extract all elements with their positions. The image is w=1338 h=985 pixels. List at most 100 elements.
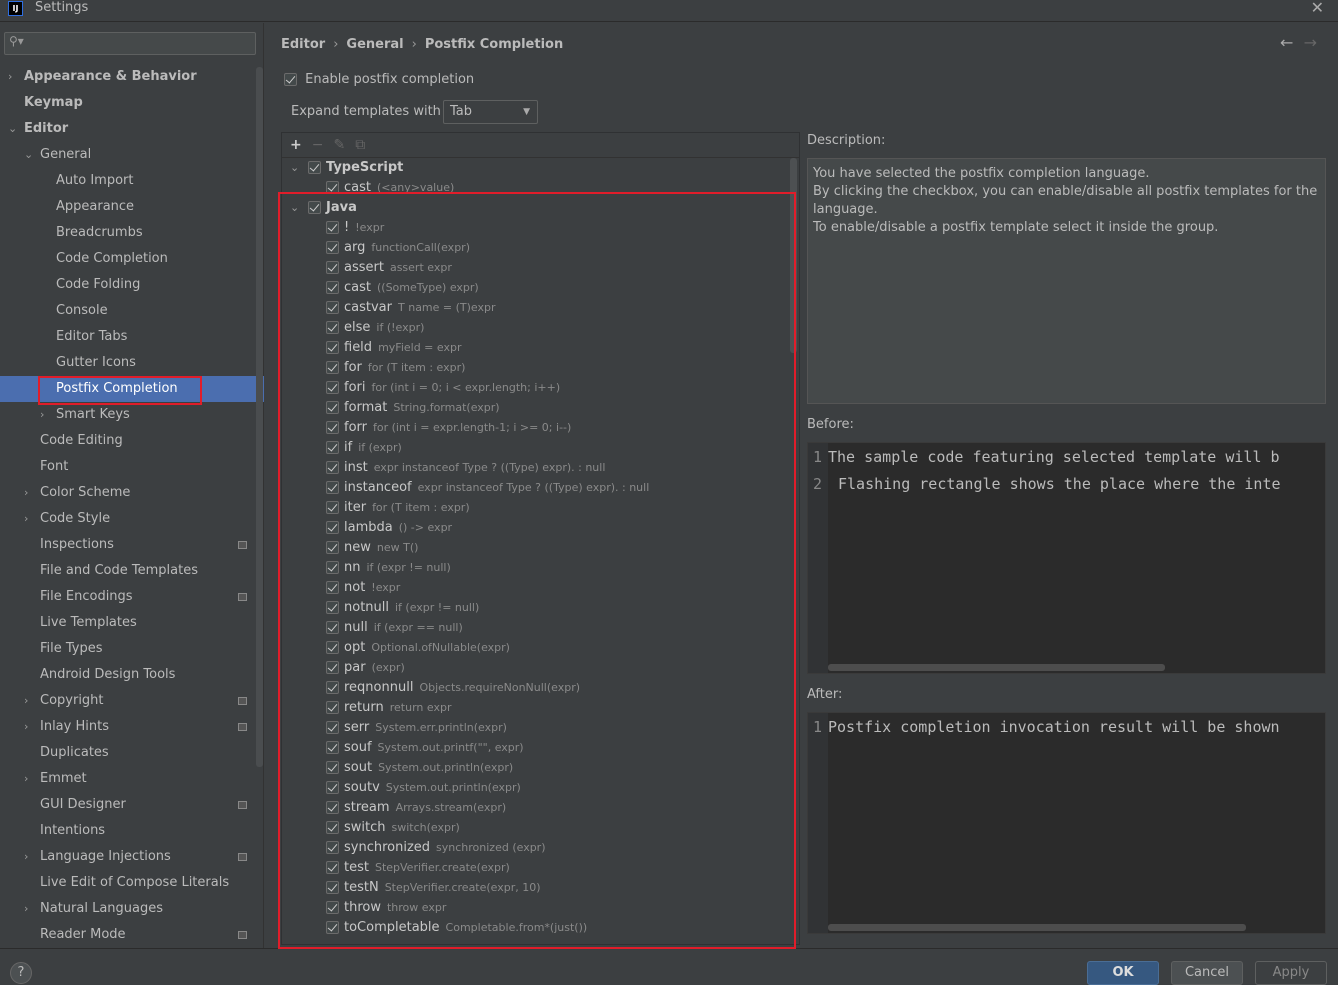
sidebar-item[interactable]: Gutter Icons [0, 350, 264, 376]
sidebar-item[interactable]: › Smart Keys [0, 402, 264, 428]
forward-arrow-icon[interactable]: → [1304, 33, 1317, 52]
sidebar-item-label: Breadcrumbs [56, 225, 143, 240]
sidebar-item[interactable]: Keymap [0, 90, 264, 116]
back-arrow-icon[interactable]: ← [1280, 33, 1293, 52]
sidebar-item[interactable]: File Encodings [0, 584, 264, 610]
description-line: By clicking the checkbox, you can enable… [813, 184, 1318, 217]
sidebar-item[interactable]: › Emmet [0, 766, 264, 792]
sidebar-item[interactable]: Live Edit of Compose Literals [0, 870, 264, 896]
chevron-right-icon[interactable]: › [24, 480, 28, 506]
sidebar-item-label: Editor Tabs [56, 329, 128, 344]
before-editor[interactable]: 1 The sample code featuring selected temp… [807, 442, 1326, 674]
sidebar-item-label: Appearance [56, 199, 135, 214]
chevron-down-icon[interactable]: ⌄ [290, 158, 308, 178]
sidebar-item[interactable]: Code Folding [0, 272, 264, 298]
after-scrollbar[interactable] [828, 924, 1246, 931]
sidebar-item[interactable]: ⌄ General [0, 142, 264, 168]
sidebar-item-label: File and Code Templates [40, 563, 198, 578]
sidebar-item-label: Duplicates [40, 745, 109, 760]
cancel-button[interactable]: Cancel [1171, 961, 1243, 985]
edit-icon[interactable]: ✎ [333, 137, 345, 153]
ok-button[interactable]: OK [1087, 961, 1159, 985]
sidebar-item-label: Console [56, 303, 108, 318]
remove-icon[interactable]: − [312, 137, 324, 153]
title-bar: IJ Settings ✕ [0, 0, 1338, 22]
sidebar-item[interactable]: › Natural Languages [0, 896, 264, 922]
breadcrumb-item[interactable]: Editor [281, 37, 325, 52]
breadcrumb: Editor › General › Postfix Completion [281, 37, 564, 52]
chevron-right-icon[interactable]: › [24, 844, 28, 870]
sidebar-item-label: Color Scheme [40, 485, 131, 500]
sidebar-item-label: File Encodings [40, 589, 133, 604]
checkbox[interactable] [308, 161, 321, 174]
sidebar-item[interactable]: Appearance [0, 194, 264, 220]
sidebar-item-label: Auto Import [56, 173, 134, 188]
template-group[interactable]: ⌄ TypeScript [290, 158, 403, 178]
sidebar-item[interactable]: Intentions [0, 818, 264, 844]
close-icon[interactable]: ✕ [1311, 0, 1324, 17]
sidebar-item-label: Code Editing [40, 433, 123, 448]
sidebar-item[interactable]: › Inlay Hints [0, 714, 264, 740]
copy-icon[interactable]: ⧉ [355, 137, 365, 153]
sidebar-item-label: Reader Mode [40, 927, 126, 942]
chevron-right-icon[interactable]: › [40, 402, 44, 428]
enable-postfix-checkbox[interactable]: Enable postfix completion [284, 72, 474, 87]
chevron-down-icon[interactable]: ⌄ [24, 142, 33, 168]
sidebar-item[interactable]: Editor Tabs [0, 324, 264, 350]
chevron-down-icon[interactable]: ⌄ [8, 116, 17, 142]
sidebar-item-label: File Types [40, 641, 103, 656]
dropdown-value: Tab [450, 104, 473, 119]
chevron-right-icon[interactable]: › [8, 64, 12, 90]
sidebar-item[interactable]: GUI Designer [0, 792, 264, 818]
sidebar-item[interactable]: Duplicates [0, 740, 264, 766]
search-input[interactable]: ⚲▾ [4, 32, 256, 55]
line-number: 1 [813, 448, 823, 466]
project-settings-icon [238, 723, 247, 731]
expand-key-dropdown[interactable]: Tab ▼ [443, 100, 538, 124]
sidebar-item-label: Inlay Hints [40, 719, 109, 734]
chevron-right-icon[interactable]: › [24, 896, 28, 922]
sidebar-item[interactable]: File Types [0, 636, 264, 662]
annotation-highlight [38, 376, 202, 405]
sidebar-item[interactable]: Reader Mode [0, 922, 264, 948]
sidebar-item[interactable]: Breadcrumbs [0, 220, 264, 246]
sidebar-item[interactable]: › Appearance & Behavior [0, 64, 264, 90]
line-number: 1 [813, 718, 823, 736]
help-button[interactable]: ? [10, 962, 32, 984]
checkbox[interactable] [284, 73, 297, 86]
add-icon[interactable]: + [290, 137, 302, 153]
chevron-right-icon[interactable]: › [24, 506, 28, 532]
sidebar-item[interactable]: › Color Scheme [0, 480, 264, 506]
description-box: You have selected the postfix completion… [807, 158, 1326, 404]
sidebar-item[interactable]: Font [0, 454, 264, 480]
group-name: TypeScript [326, 160, 404, 175]
sidebar-item[interactable]: Code Completion [0, 246, 264, 272]
expand-templates-label: Expand templates with [291, 104, 441, 119]
tree-toolbar: + − ✎ ⧉ [282, 133, 799, 158]
sidebar-item-label: Android Design Tools [40, 667, 176, 682]
after-editor[interactable]: 1 Postfix completion invocation result wi… [807, 712, 1326, 934]
code-line: Postfix completion invocation result wil… [828, 718, 1280, 736]
sidebar-item[interactable]: › Language Injections [0, 844, 264, 870]
chevron-right-icon[interactable]: › [24, 688, 28, 714]
sidebar-item-label: General [40, 147, 92, 162]
sidebar-item[interactable]: Code Editing [0, 428, 264, 454]
breadcrumb-item[interactable]: General [346, 37, 403, 52]
sidebar-item[interactable]: › Copyright [0, 688, 264, 714]
chevron-right-icon[interactable]: › [24, 766, 28, 792]
sidebar-item[interactable]: Inspections [0, 532, 264, 558]
project-settings-icon [238, 697, 247, 705]
sidebar-item-label: Smart Keys [56, 407, 130, 422]
apply-button[interactable]: Apply [1255, 961, 1327, 985]
sidebar-item[interactable]: File and Code Templates [0, 558, 264, 584]
sidebar-item[interactable]: Auto Import [0, 168, 264, 194]
code-line: Flashing rectangle shows the place where… [838, 475, 1281, 493]
sidebar-item[interactable]: Live Templates [0, 610, 264, 636]
chevron-right-icon[interactable]: › [24, 714, 28, 740]
sidebar-item[interactable]: Console [0, 298, 264, 324]
sidebar-scrollbar[interactable] [256, 67, 263, 767]
sidebar-item[interactable]: › Code Style [0, 506, 264, 532]
sidebar-item[interactable]: ⌄ Editor [0, 116, 264, 142]
sidebar-item[interactable]: Android Design Tools [0, 662, 264, 688]
before-scrollbar[interactable] [828, 664, 1165, 671]
